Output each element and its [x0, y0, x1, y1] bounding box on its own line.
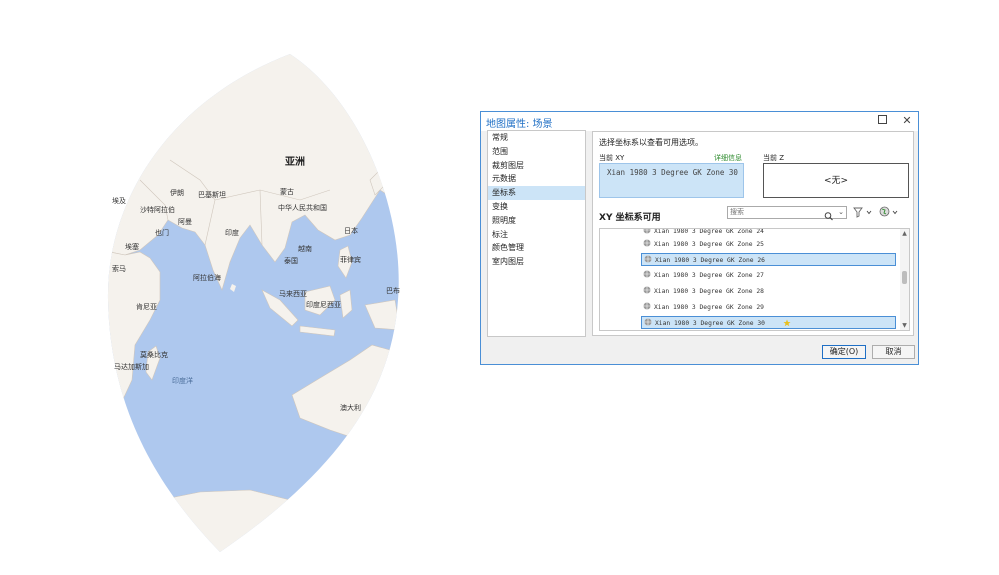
search-input[interactable]: [730, 207, 820, 218]
tree-item-zone-26[interactable]: Xian 1980 3 Degree GK Zone 26: [641, 253, 896, 266]
nav-item-labels[interactable]: 标注: [488, 228, 585, 242]
search-box[interactable]: ⌄: [727, 206, 847, 221]
tree-item-label: Xian 1980 3 Degree GK Zone 26: [655, 257, 765, 264]
map-label-vietnam: 越南: [298, 245, 312, 253]
tree-item-label: Xian 1980 3 Degree GK Zone 28: [654, 288, 764, 295]
favorite-star-icon[interactable]: [783, 319, 791, 327]
nav-item-general[interactable]: 常规: [488, 131, 585, 145]
dialog-titlebar[interactable]: 地图属性: 场景 ✕: [481, 112, 918, 131]
map-view[interactable]: 亚洲 中华人民共和国 日本 蒙古 菲律宾 泰国 越南 马来西亚 印度尼西亚 伊朗…: [0, 0, 470, 571]
details-link[interactable]: 详细信息: [714, 153, 742, 163]
scroll-down-icon[interactable]: ▼: [900, 321, 909, 330]
map-label-mozambique: 莫桑比克: [140, 351, 168, 359]
map-label-india: 印度: [225, 229, 239, 237]
instruction-text: 选择坐标系以查看可用选项。: [599, 138, 703, 147]
globe-icon: [643, 239, 651, 247]
coordinate-system-tree[interactable]: Xian 1980 3 Degree GK Zone 24 Xian 1980 …: [599, 228, 910, 331]
tree-scrollbar[interactable]: ▲ ▼: [900, 229, 909, 330]
dialog-title: 地图属性: 场景: [486, 119, 553, 130]
globe-icon: [643, 229, 651, 234]
maximize-button[interactable]: [875, 114, 889, 128]
tree-item-label: Xian 1980 3 Degree GK Zone 30: [655, 320, 765, 327]
globe-options-button[interactable]: [879, 206, 901, 219]
scroll-up-icon[interactable]: ▲: [900, 229, 909, 238]
tree-item-zone-25[interactable]: Xian 1980 3 Degree GK Zone 25: [641, 238, 896, 251]
nav-item-illumination[interactable]: 照明度: [488, 214, 585, 228]
map-label-iran: 伊朗: [170, 189, 184, 197]
map-properties-dialog: 地图属性: 场景 ✕ 常规 范围 裁剪图层 元数据 坐标系 变换 照明度 标注 …: [480, 111, 919, 365]
chevron-down-icon[interactable]: ⌄: [836, 207, 846, 218]
nav-item-color-management[interactable]: 颜色管理: [488, 241, 585, 255]
close-icon: ✕: [902, 114, 912, 127]
nav-item-coordinate-systems[interactable]: 坐标系: [488, 186, 585, 200]
tree-item-zone-27[interactable]: Xian 1980 3 Degree GK Zone 27: [641, 269, 896, 282]
map-label-indonesia: 印度尼西亚: [306, 301, 341, 309]
close-button[interactable]: ✕: [900, 114, 914, 128]
cancel-button[interactable]: 取消: [872, 345, 915, 359]
nav-item-clip-layers[interactable]: 裁剪图层: [488, 159, 585, 173]
map-label-ethiopia: 埃塞: [125, 243, 139, 251]
tree-item-label: Xian 1980 3 Degree GK Zone 25: [654, 241, 764, 248]
tree-item-label: Xian 1980 3 Degree GK Zone 27: [654, 272, 764, 279]
filter-button[interactable]: [853, 206, 873, 219]
maximize-icon: [877, 115, 887, 124]
map-label-oman: 阿曼: [178, 218, 192, 226]
tree-item-label: Xian 1980 3 Degree GK Zone 24: [654, 228, 764, 235]
map-label-china: 中华人民共和国: [278, 204, 327, 212]
map-label-madagascar: 马达加斯加: [114, 363, 149, 371]
map-label-japan: 日本: [344, 227, 358, 235]
tree-connector: [625, 220, 634, 221]
current-xy-value: Xian 1980 3 Degree GK Zone 30: [599, 163, 744, 198]
properties-nav: 常规 范围 裁剪图层 元数据 坐标系 变换 照明度 标注 颜色管理 室内图层: [487, 130, 586, 337]
nav-item-extent[interactable]: 范围: [488, 145, 585, 159]
globe-icon: [643, 302, 651, 310]
current-z-label: 当前 Z: [763, 154, 785, 162]
tree-item-label: Xian 1980 3 Degree GK Zone 29: [654, 304, 764, 311]
map-label-saudi: 沙特阿拉伯: [140, 206, 175, 214]
globe-icon: [643, 270, 651, 278]
map-label-arabian-sea: 阿拉伯海: [193, 274, 221, 282]
map-label-somalia: 索马: [112, 265, 126, 273]
globe-icon: [643, 286, 651, 294]
map-label-pakistan: 巴基斯坦: [198, 191, 226, 199]
nav-item-transformation[interactable]: 变换: [488, 200, 585, 214]
globe-icon: [644, 255, 652, 263]
map-label-asia: 亚洲: [285, 157, 305, 168]
filter-icon: [853, 207, 872, 218]
search-icon[interactable]: [824, 207, 834, 221]
current-xy-label: 当前 XY: [599, 154, 625, 162]
map-label-malaysia: 马来西亚: [279, 290, 307, 298]
map-label-philippines: 菲律宾: [340, 256, 361, 264]
nav-item-indoor-layers[interactable]: 室内图层: [488, 255, 585, 269]
coordinate-system-panel: 选择坐标系以查看可用选项。 当前 XY 详细信息 当前 Z Xian 1980 …: [592, 131, 914, 336]
available-xy-title: XY 坐标系可用: [599, 213, 661, 223]
map-label-thailand: 泰国: [284, 257, 298, 265]
tree-item-zone-28[interactable]: Xian 1980 3 Degree GK Zone 28: [641, 285, 896, 298]
current-z-value: <无>: [763, 163, 909, 198]
map-label-egypt: 埃及: [112, 197, 126, 205]
ok-button[interactable]: 确定(O): [822, 345, 866, 359]
map-label-yemen: 也门: [155, 229, 169, 237]
map-label-papua: 巴布: [386, 287, 400, 295]
tree-item-zone-24[interactable]: Xian 1980 3 Degree GK Zone 24: [641, 228, 896, 238]
nav-item-metadata[interactable]: 元数据: [488, 172, 585, 186]
globe-icon: [644, 318, 652, 326]
globe-icon: [879, 206, 898, 217]
scroll-thumb[interactable]: [902, 271, 907, 284]
tree-item-zone-29[interactable]: Xian 1980 3 Degree GK Zone 29: [641, 301, 896, 314]
map-label-australia: 澳大利: [340, 404, 361, 412]
map-label-mongolia: 蒙古: [280, 188, 294, 196]
map-label-indian-ocean: 印度洋: [172, 377, 193, 385]
tree-item-zone-30[interactable]: Xian 1980 3 Degree GK Zone 30: [641, 316, 896, 329]
map-label-kenya: 肯尼亚: [136, 303, 157, 311]
